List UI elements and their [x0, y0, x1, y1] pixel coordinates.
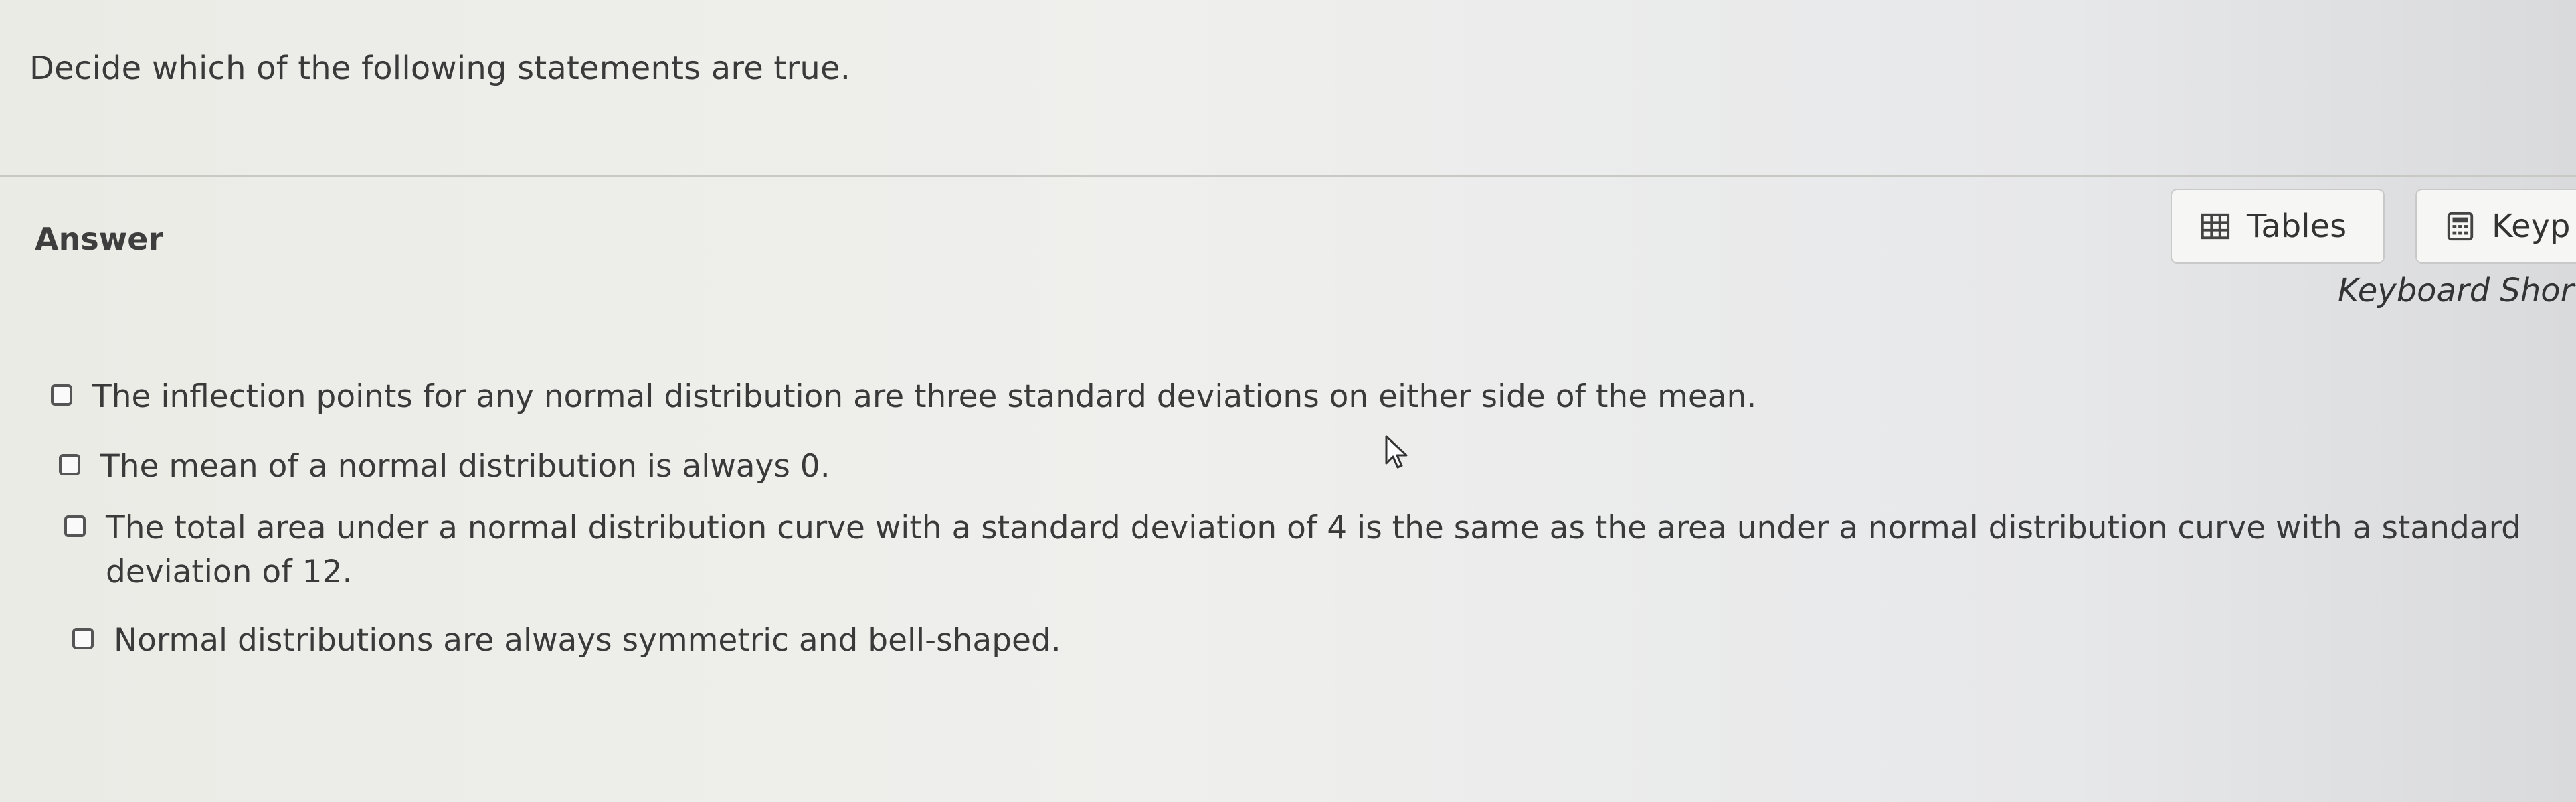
answer-label: Answer — [35, 221, 164, 257]
checkbox[interactable] — [72, 628, 94, 649]
answer-option-3[interactable]: The total area under a normal distributi… — [64, 506, 2567, 594]
answer-option-4[interactable]: Normal distributions are always symmetri… — [72, 619, 1061, 663]
option-text: The total area under a normal distributi… — [106, 509, 2521, 590]
keyboard-shortcuts-link[interactable]: Keyboard Short — [2338, 272, 2576, 309]
checkbox[interactable] — [59, 454, 80, 475]
question-prompt: Decide which of the following statements… — [29, 50, 851, 87]
option-text: The mean of a normal distribution is alw… — [100, 448, 830, 485]
section-divider — [0, 175, 2576, 177]
tables-button-label: Tables — [2247, 208, 2347, 245]
keypad-button-label: Keyp — [2492, 208, 2571, 245]
calculator-icon — [2447, 212, 2474, 241]
question-page: Decide which of the following statements… — [0, 0, 2576, 802]
option-text: Normal distributions are always symmetri… — [114, 622, 1061, 659]
option-text: The inflection points for any normal dis… — [92, 378, 1757, 415]
answer-option-2[interactable]: The mean of a normal distribution is alw… — [59, 445, 830, 489]
tables-button[interactable]: Tables — [2171, 189, 2385, 264]
table-grid-icon — [2201, 213, 2230, 240]
mouse-pointer-icon — [1385, 435, 1408, 469]
checkbox[interactable] — [64, 515, 86, 537]
answer-option-1[interactable]: The inflection points for any normal dis… — [51, 375, 1756, 419]
checkbox[interactable] — [51, 384, 72, 406]
keypad-button[interactable]: Keyp — [2415, 189, 2576, 264]
